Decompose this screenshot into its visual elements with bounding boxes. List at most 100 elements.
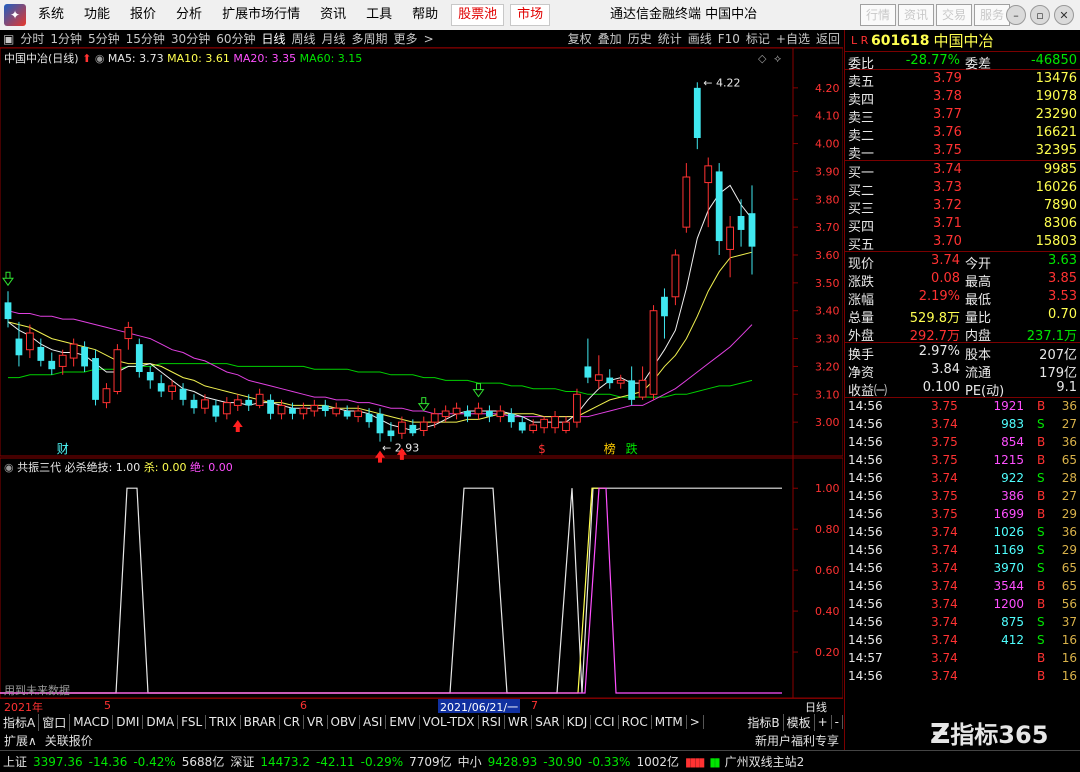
expand-button[interactable]: 扩展∧	[0, 732, 41, 749]
tick-row[interactable]: 14:56 3.74 1200 B 56	[845, 596, 1080, 614]
menu-news[interactable]: 资讯	[310, 0, 356, 30]
period-1min[interactable]: 1分钟	[47, 30, 85, 47]
ask-row[interactable]: 卖一 3.75 32395	[845, 142, 1080, 162]
tool-restore-rights[interactable]: 复权	[565, 30, 595, 47]
period-multi[interactable]: 多周期	[349, 30, 391, 47]
tab-more[interactable]: >	[687, 715, 704, 729]
tick-row[interactable]: 14:56 3.74 875 S 37	[845, 614, 1080, 632]
restore-icon[interactable]: ▫	[1030, 5, 1050, 25]
tab-rsi[interactable]: RSI	[479, 715, 506, 729]
bid-row[interactable]: 买三 3.72 7890	[845, 197, 1080, 217]
period-5min[interactable]: 5分钟	[85, 30, 123, 47]
zx-index-label[interactable]: 中小	[455, 753, 485, 770]
chart-area[interactable]: 4.20 4.10 4.00 3.90 3.80 3.70 3.60 3.50 3.40 3.30…	[0, 48, 843, 698]
tick-row[interactable]: 14:56 3.74 1026 S 36	[845, 524, 1080, 542]
tab-vol-tdx[interactable]: VOL-TDX	[420, 715, 479, 729]
tool-stats[interactable]: 统计	[655, 30, 685, 47]
menu-tools[interactable]: 工具	[356, 0, 402, 30]
period-60min[interactable]: 60分钟	[213, 30, 258, 47]
tick-row[interactable]: 14:56 3.75 386 B 27	[845, 488, 1080, 506]
tab-indicator-a[interactable]: 指标A	[0, 713, 40, 731]
tab-roc[interactable]: ROC	[619, 715, 652, 729]
tab-cr[interactable]: CR	[280, 715, 304, 729]
menu-help[interactable]: 帮助	[402, 0, 448, 30]
news-button[interactable]: 资讯	[898, 4, 935, 26]
tick-row[interactable]: 14:56 3.74 3970 S 65	[845, 560, 1080, 578]
tick-list[interactable]: 14:56 3.75 1921 B 36 14:56 3.74 983 S 27 14:56 3.75…	[845, 398, 1080, 686]
tool-overlay[interactable]: 叠加	[595, 30, 625, 47]
tick-row[interactable]: 14:56 3.75 1921 B 36	[845, 398, 1080, 416]
period-30min[interactable]: 30分钟	[168, 30, 213, 47]
tab-cci[interactable]: CCI	[591, 715, 619, 729]
sh-index-label[interactable]: 上证	[0, 753, 30, 770]
service-button[interactable]: 服务	[974, 4, 1011, 26]
tick-row[interactable]: 14:56 3.74 922 S 28	[845, 470, 1080, 488]
period-more[interactable]: 更多	[391, 30, 421, 47]
tick-row[interactable]: 14:56 3.75 854 B 36	[845, 434, 1080, 452]
stat-row[interactable]: 涨幅 2.19% 最低 3.53	[845, 288, 1080, 308]
tick-row[interactable]: 14:56 3.75 1699 B 29	[845, 506, 1080, 524]
period-monthly[interactable]: 月线	[319, 30, 349, 47]
tab-indicator-b[interactable]: 指标B	[744, 713, 784, 731]
server-site[interactable]: 广州双线主站2	[722, 753, 808, 770]
stat-row[interactable]: 总量 529.8万 量比 0.70	[845, 306, 1080, 326]
stock-pool-button[interactable]: 股票池	[451, 4, 505, 26]
ask-row[interactable]: 卖五 3.79 13476	[845, 70, 1080, 90]
stat-row[interactable]: 涨跌 0.08 最高 3.85	[845, 270, 1080, 290]
tool-back[interactable]: 返回	[813, 30, 843, 47]
tick-row[interactable]: 14:56 3.74 983 S 27	[845, 416, 1080, 434]
tab-dma[interactable]: DMA	[143, 715, 179, 729]
market-button[interactable]: 市场	[510, 4, 551, 26]
tab-asi[interactable]: ASI	[360, 715, 387, 729]
ask-row[interactable]: 卖二 3.76 16621	[845, 124, 1080, 144]
tool-mark[interactable]: 标记	[743, 30, 773, 47]
tab-mtm[interactable]: MTM	[652, 715, 687, 729]
minimize-icon[interactable]: –	[1006, 5, 1026, 25]
tab-brar[interactable]: BRAR	[241, 715, 281, 729]
tab-minus[interactable]: -	[832, 715, 843, 729]
fund-row[interactable]: 收益㈠ 0.100 PE(动) 9.1	[845, 379, 1080, 399]
stat-row[interactable]: 现价 3.74 今开 3.63	[845, 252, 1080, 272]
menu-system[interactable]: 系统	[28, 0, 74, 30]
tool-history[interactable]: 历史	[625, 30, 655, 47]
fund-row[interactable]: 换手 2.97% 股本 207亿	[845, 343, 1080, 363]
bid-row[interactable]: 买二 3.73 16026	[845, 179, 1080, 199]
bid-row[interactable]: 买一 3.74 9985	[845, 161, 1080, 181]
menu-extended-market[interactable]: 扩展市场行情	[212, 0, 310, 30]
close-icon[interactable]: ✕	[1054, 5, 1074, 25]
tab-template[interactable]: 模板	[784, 713, 815, 731]
tick-row[interactable]: 14:56 3.74 1169 S 29	[845, 542, 1080, 560]
fund-row[interactable]: 净资 3.84 流通 179亿	[845, 361, 1080, 381]
indicator-settings-icon[interactable]: ◉	[4, 461, 14, 474]
tab-trix[interactable]: TRIX	[206, 715, 241, 729]
related-quote-button[interactable]: 关联报价	[41, 732, 97, 749]
menu-square-icon[interactable]: ▣	[0, 32, 17, 46]
new-user-benefit-link[interactable]: 新用户福利专享	[751, 732, 843, 749]
tab-kdj[interactable]: KDJ	[564, 715, 592, 729]
menu-analysis[interactable]: 分析	[166, 0, 212, 30]
tick-row[interactable]: 14:57 3.74 B 16	[845, 650, 1080, 668]
tick-row[interactable]: 14:56 3.74 3544 B 65	[845, 578, 1080, 596]
tool-f10[interactable]: F10	[715, 32, 743, 46]
ask-row[interactable]: 卖四 3.78 19078	[845, 88, 1080, 108]
period-15min[interactable]: 15分钟	[123, 30, 168, 47]
legend-settings-icon[interactable]: ◉	[95, 52, 105, 65]
tab-obv[interactable]: OBV	[328, 715, 361, 729]
period-daily[interactable]: 日线	[258, 30, 288, 47]
tab-vr[interactable]: VR	[304, 715, 328, 729]
tab-dmi[interactable]: DMI	[113, 715, 144, 729]
tab-emv[interactable]: EMV	[386, 715, 420, 729]
tab-macd[interactable]: MACD	[70, 715, 114, 729]
tab-sar[interactable]: SAR	[532, 715, 564, 729]
tick-row[interactable]: 14:56 3.75 1215 B 65	[845, 452, 1080, 470]
bid-row[interactable]: 买四 3.71 8306	[845, 215, 1080, 235]
tick-row[interactable]: 14:56 3.74 412 S 16	[845, 632, 1080, 650]
menu-function[interactable]: 功能	[74, 0, 120, 30]
trade-button[interactable]: 交易	[936, 4, 973, 26]
tick-row[interactable]: 14:56 3.74 B 16	[845, 668, 1080, 686]
stat-row[interactable]: 外盘 292.7万 内盘 237.1万	[845, 324, 1080, 344]
ask-row[interactable]: 卖三 3.77 23290	[845, 106, 1080, 126]
tab-plus[interactable]: +	[815, 715, 832, 729]
bid-row[interactable]: 买五 3.70 15803	[845, 233, 1080, 253]
tab-wr[interactable]: WR	[505, 715, 533, 729]
